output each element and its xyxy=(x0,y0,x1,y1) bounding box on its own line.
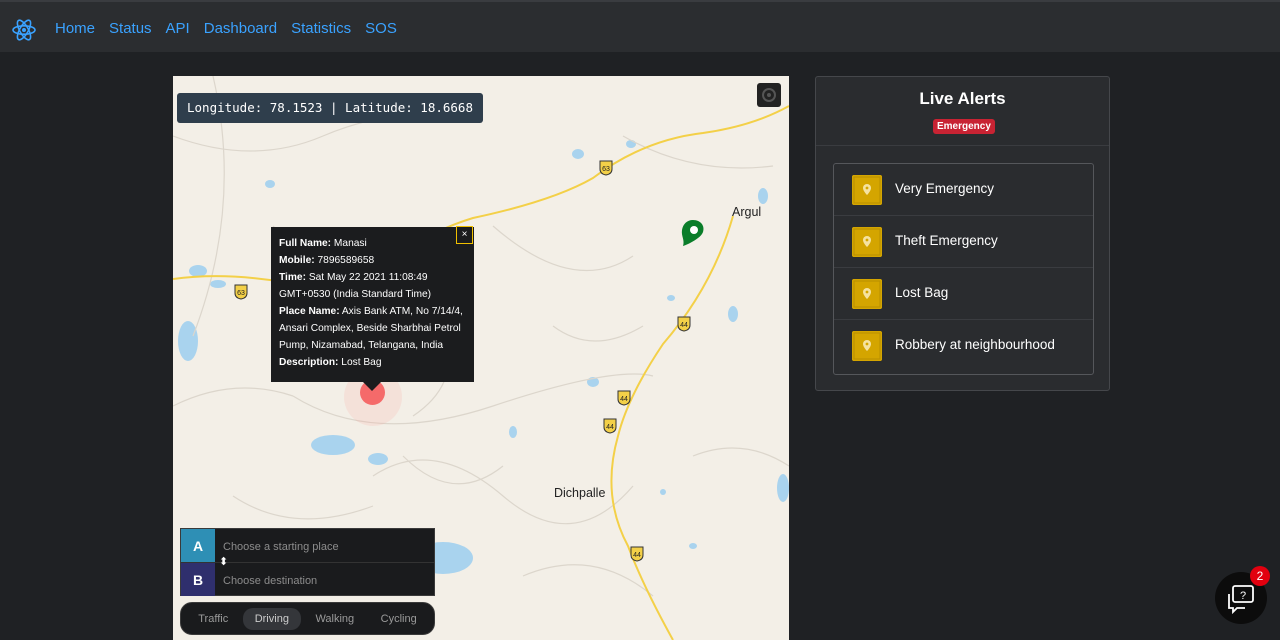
mode-driving[interactable]: Driving xyxy=(242,607,301,630)
svg-text:44: 44 xyxy=(680,322,688,329)
town-label-dichpalle: Dichpalle xyxy=(554,486,606,500)
nav-dashboard[interactable]: Dashboard xyxy=(204,20,277,37)
town-label-argul: Argul xyxy=(732,205,762,219)
alerts-title: Live Alerts xyxy=(919,89,1006,108)
popup-close-button[interactable]: × xyxy=(456,226,473,244)
nav-home[interactable]: Home xyxy=(55,20,95,37)
alert-list: Very Emergency Theft Emergency Lost Bag … xyxy=(833,163,1094,375)
mode-walking[interactable]: Walking xyxy=(303,608,366,630)
nav-api[interactable]: API xyxy=(166,20,190,37)
alert-item[interactable]: Theft Emergency xyxy=(834,216,1093,268)
origin-tag: A xyxy=(181,529,215,562)
nav-status[interactable]: Status xyxy=(109,20,152,37)
alert-label: Theft Emergency xyxy=(895,233,998,248)
svg-text:?: ? xyxy=(1240,590,1246,602)
incident-popup: Full Name: Manasi Mobile: 7896589658 Tim… xyxy=(271,227,474,382)
destination-input[interactable] xyxy=(217,563,435,598)
mode-traffic[interactable]: Traffic xyxy=(186,608,240,630)
map-marker-icon xyxy=(852,227,882,257)
svg-text:44: 44 xyxy=(633,552,641,559)
location-pin-icon[interactable] xyxy=(679,218,707,248)
destination-tag: B xyxy=(181,563,215,596)
chat-notification-badge: 2 xyxy=(1250,566,1270,586)
popup-desc-label: Description: xyxy=(279,357,339,368)
svg-text:44: 44 xyxy=(606,424,614,431)
atom-logo-icon[interactable] xyxy=(12,18,36,42)
geolocate-icon[interactable] xyxy=(757,83,781,107)
popup-place-label: Place Name: xyxy=(279,306,340,317)
nav-links: Home Status API Dashboard Statistics SOS xyxy=(55,2,397,54)
coordinates-readout: Longitude: 78.1523 | Latitude: 18.6668 xyxy=(177,93,483,123)
mode-cycling[interactable]: Cycling xyxy=(369,608,429,630)
navbar: Home Status API Dashboard Statistics SOS xyxy=(0,0,1280,52)
popup-mobile: 7896589658 xyxy=(317,255,375,266)
live-alerts-panel: Live Alerts Emergency Very Emergency The… xyxy=(815,76,1110,391)
popup-tip xyxy=(363,382,381,391)
popup-name: Manasi xyxy=(333,238,367,249)
alert-label: Lost Bag xyxy=(895,285,949,300)
highway-shield-44: 44 xyxy=(617,390,631,406)
highway-shield-63: 63 xyxy=(599,160,613,176)
map-marker-icon xyxy=(852,279,882,309)
alert-label: Very Emergency xyxy=(895,181,995,196)
highway-shield-44: 44 xyxy=(630,546,644,562)
svg-text:63: 63 xyxy=(237,290,245,297)
directions-panel: A ⬍ B xyxy=(180,528,435,598)
highway-shield-44: 44 xyxy=(677,316,691,332)
map-view[interactable]: Longitude: 78.1523 | Latitude: 18.6668 A… xyxy=(173,76,789,640)
alert-item[interactable]: Very Emergency xyxy=(834,164,1093,216)
alert-label: Robbery at neighbourhood xyxy=(895,337,1055,352)
map-marker-icon xyxy=(852,175,882,205)
nav-sos[interactable]: SOS xyxy=(365,20,397,37)
nav-statistics[interactable]: Statistics xyxy=(291,20,351,37)
alert-item[interactable]: Robbery at neighbourhood xyxy=(834,320,1093,372)
popup-mobile-label: Mobile: xyxy=(279,255,315,266)
svg-text:63: 63 xyxy=(602,166,610,173)
svg-text:44: 44 xyxy=(620,396,628,403)
highway-shield-44: 44 xyxy=(603,418,617,434)
alert-item[interactable]: Lost Bag xyxy=(834,268,1093,320)
emergency-badge: Emergency xyxy=(933,119,995,134)
highway-shield-63: 63 xyxy=(234,284,248,300)
popup-name-label: Full Name: xyxy=(279,238,332,249)
destination-row: B xyxy=(181,563,435,598)
popup-time-label: Time: xyxy=(279,272,306,283)
divider xyxy=(816,145,1109,146)
origin-input[interactable] xyxy=(217,529,435,564)
map-marker-icon xyxy=(852,331,882,361)
travel-mode-bar: Traffic Driving Walking Cycling xyxy=(180,602,435,635)
popup-desc: Lost Bag xyxy=(341,357,382,368)
